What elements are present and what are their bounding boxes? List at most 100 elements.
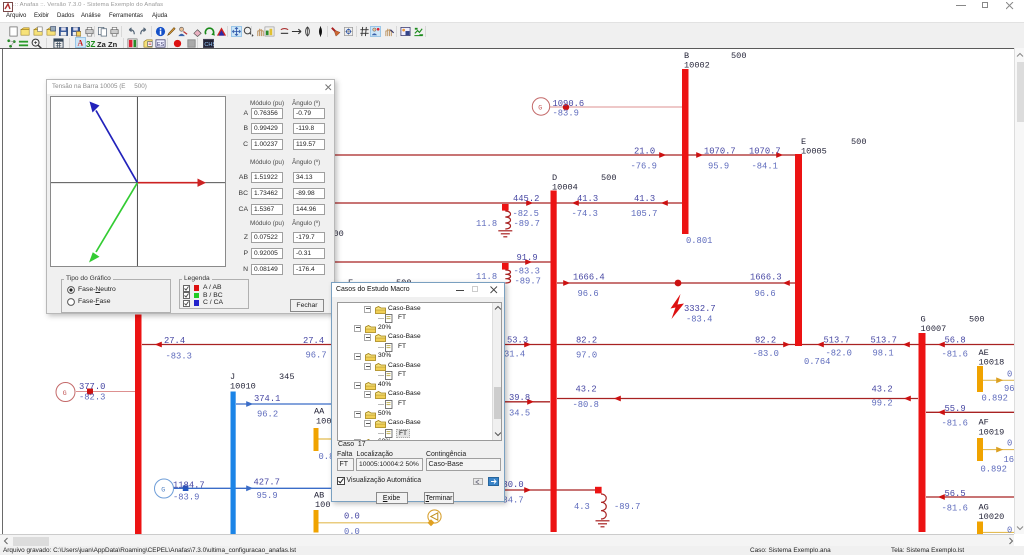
svg-text:0.892: 0.892 xyxy=(981,465,1007,475)
svg-text:-89.7: -89.7 xyxy=(514,219,540,229)
svg-text:D: D xyxy=(552,173,557,183)
svg-text:100: 100 xyxy=(315,500,330,510)
svg-text:00: 00 xyxy=(334,229,344,239)
svg-text:E: E xyxy=(801,137,806,147)
svg-text:G: G xyxy=(921,315,926,325)
svg-text:31.4: 31.4 xyxy=(504,350,525,360)
svg-text:105.7: 105.7 xyxy=(631,209,657,219)
svg-text:-82.5: -82.5 xyxy=(513,209,539,219)
svg-text:82.2: 82.2 xyxy=(576,336,597,346)
svg-text:21.0: 21.0 xyxy=(634,147,655,157)
svg-text:500: 500 xyxy=(851,137,866,147)
svg-text:500: 500 xyxy=(969,315,984,325)
svg-text:-74.3: -74.3 xyxy=(572,209,598,219)
svg-text:500: 500 xyxy=(731,51,746,61)
svg-text:AE: AE xyxy=(979,348,989,358)
svg-text:-81.6: -81.6 xyxy=(942,350,968,360)
svg-text:96.2: 96.2 xyxy=(257,410,278,420)
svg-text:-82.3: -82.3 xyxy=(79,393,105,403)
svg-text:-83.0: -83.0 xyxy=(753,349,779,359)
svg-text:10005: 10005 xyxy=(801,147,827,157)
svg-text:0.764: 0.764 xyxy=(804,357,830,367)
svg-text:377.0: 377.0 xyxy=(79,382,105,392)
svg-text:97.0: 97.0 xyxy=(576,351,597,361)
svg-text:513.7: 513.7 xyxy=(871,336,897,346)
svg-text:1184.7: 1184.7 xyxy=(173,481,205,491)
svg-text:30.0: 30.0 xyxy=(503,480,524,490)
svg-text:CHS: CHS xyxy=(204,41,214,47)
svg-text:0.801: 0.801 xyxy=(686,236,712,246)
svg-text:A: A xyxy=(78,39,84,48)
svg-text:27.4: 27.4 xyxy=(164,336,185,346)
svg-text:0: 0 xyxy=(1007,439,1012,449)
svg-text:96.7: 96.7 xyxy=(306,351,327,361)
svg-text:82.2: 82.2 xyxy=(755,336,776,346)
svg-text:-80.8: -80.8 xyxy=(573,400,599,410)
svg-text:0.892: 0.892 xyxy=(982,394,1008,404)
svg-text:B: B xyxy=(684,51,689,61)
svg-text:427.7: 427.7 xyxy=(254,478,280,488)
svg-text:34.7: 34.7 xyxy=(503,496,524,506)
svg-text:10020: 10020 xyxy=(979,512,1005,522)
svg-text:99.2: 99.2 xyxy=(872,399,893,409)
svg-text:513.7: 513.7 xyxy=(824,336,850,346)
svg-text:-76.9: -76.9 xyxy=(631,162,657,172)
svg-text:AA: AA xyxy=(314,407,325,417)
svg-text:AB: AB xyxy=(314,491,324,501)
svg-text:10010: 10010 xyxy=(230,382,256,392)
svg-text:41.3: 41.3 xyxy=(577,194,598,204)
svg-text:-83.3: -83.3 xyxy=(166,352,192,362)
svg-text:41.3: 41.3 xyxy=(634,194,655,204)
svg-text:11.8: 11.8 xyxy=(476,272,497,282)
svg-text:43.2: 43.2 xyxy=(576,385,597,395)
svg-text:34.5: 34.5 xyxy=(509,409,530,419)
svg-text:-83.9: -83.9 xyxy=(173,493,199,503)
svg-text:1090.6: 1090.6 xyxy=(553,99,585,109)
svg-text:-89.7: -89.7 xyxy=(515,276,541,286)
svg-text:16: 16 xyxy=(1004,455,1015,465)
svg-text:445.2: 445.2 xyxy=(513,194,539,204)
svg-text:374.1: 374.1 xyxy=(254,394,280,404)
svg-text:1070.7: 1070.7 xyxy=(704,147,736,157)
svg-text:27.4: 27.4 xyxy=(303,336,324,346)
svg-text:96: 96 xyxy=(1004,384,1014,394)
svg-text:10004: 10004 xyxy=(552,183,578,193)
svg-text:53.3: 53.3 xyxy=(507,336,528,346)
svg-text:11.8: 11.8 xyxy=(476,219,497,229)
svg-text:AF: AF xyxy=(979,418,989,428)
svg-text:96.6: 96.6 xyxy=(578,289,599,299)
svg-text:0.0: 0.0 xyxy=(344,527,360,534)
svg-text:-89.7: -89.7 xyxy=(614,502,640,512)
svg-text:100: 100 xyxy=(316,417,331,427)
svg-text:-83.3: -83.3 xyxy=(514,267,540,277)
svg-text:95.9: 95.9 xyxy=(708,162,729,172)
svg-text:39.8: 39.8 xyxy=(509,393,530,403)
svg-text:-83.9: -83.9 xyxy=(553,109,579,119)
svg-text:-81.6: -81.6 xyxy=(942,419,968,429)
svg-text:56.5: 56.5 xyxy=(945,489,966,499)
svg-text:-82.0: -82.0 xyxy=(826,349,852,359)
svg-text:-81.6: -81.6 xyxy=(942,504,968,514)
svg-text:ES: ES xyxy=(157,41,165,47)
svg-text:-84.1: -84.1 xyxy=(752,162,778,172)
svg-text:55.9: 55.9 xyxy=(945,404,966,414)
svg-text:56.8: 56.8 xyxy=(945,336,966,346)
svg-text:95.9: 95.9 xyxy=(257,491,278,501)
svg-text:43.2: 43.2 xyxy=(872,385,893,395)
svg-text:91.9: 91.9 xyxy=(517,253,538,263)
svg-text:1070.7: 1070.7 xyxy=(749,147,781,157)
svg-text:500: 500 xyxy=(601,173,616,183)
svg-text:1666.4: 1666.4 xyxy=(573,273,605,283)
svg-text:G: G xyxy=(538,105,542,112)
svg-text:AG: AG xyxy=(979,503,989,513)
svg-text:0.0: 0.0 xyxy=(344,512,360,522)
svg-text:96.6: 96.6 xyxy=(755,289,776,299)
svg-text:10018: 10018 xyxy=(979,358,1005,368)
svg-text:345: 345 xyxy=(279,372,294,382)
svg-text:10019: 10019 xyxy=(979,428,1005,438)
svg-text:98.1: 98.1 xyxy=(873,349,894,359)
svg-text:4.3: 4.3 xyxy=(574,502,590,512)
svg-text:G: G xyxy=(161,487,165,494)
svg-text:-83.4: -83.4 xyxy=(686,315,712,325)
svg-text:10002: 10002 xyxy=(684,61,710,71)
